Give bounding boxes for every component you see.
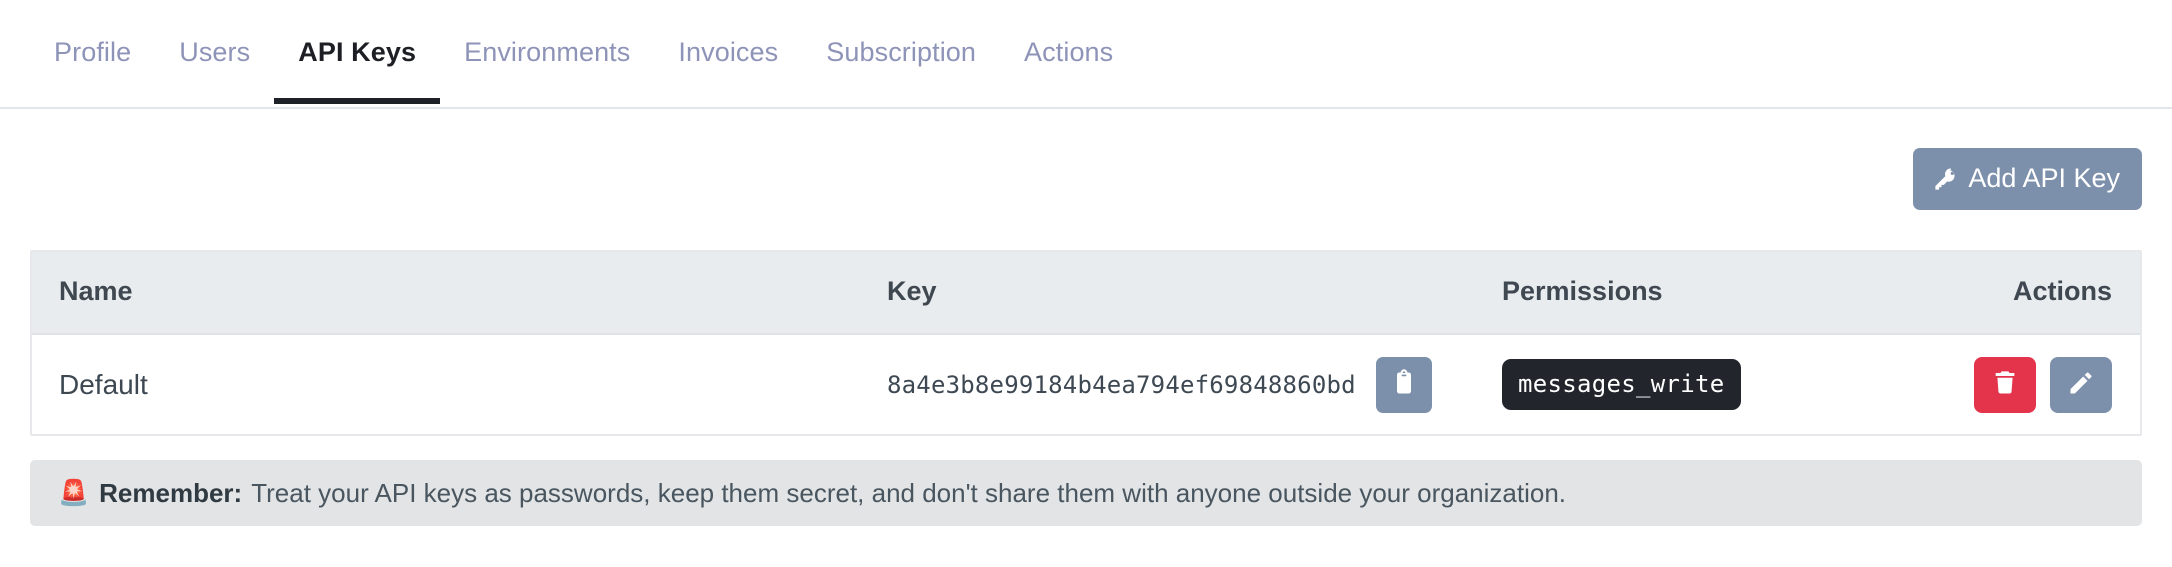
tab-invoices[interactable]: Invoices [654, 0, 802, 104]
column-header-name: Name [32, 252, 887, 335]
key-icon [1933, 166, 1959, 192]
column-header-permissions: Permissions [1502, 252, 1932, 335]
api-keys-table-container: Name Key Permissions Actions Default 8a4… [30, 250, 2142, 436]
tab-label: API Keys [298, 36, 417, 67]
tab-environments[interactable]: Environments [440, 0, 654, 104]
api-keys-table: Name Key Permissions Actions Default 8a4… [32, 252, 2140, 434]
tab-label: Environments [464, 36, 631, 67]
tab-label: Profile [54, 36, 132, 67]
table-header-row: Name Key Permissions Actions [32, 252, 2140, 335]
tab-label: Subscription [826, 36, 977, 67]
cell-name: Default [32, 334, 887, 434]
column-header-key: Key [887, 252, 1502, 335]
tab-subscription[interactable]: Subscription [802, 0, 1000, 104]
pencil-icon [2067, 369, 2095, 400]
api-keys-page: Profile Users API Keys Environments Invo… [0, 0, 2172, 567]
toolbar: Add API Key [30, 109, 2142, 248]
delete-api-key-button[interactable] [1974, 356, 2036, 413]
tab-profile[interactable]: Profile [30, 0, 155, 104]
api-key-value: 8a4e3b8e99184b4ea794ef69848860bd [887, 370, 1356, 399]
permission-badge: messages_write [1502, 359, 1741, 410]
row-actions [1932, 356, 2112, 413]
column-header-actions: Actions [1932, 252, 2140, 335]
table-header: Name Key Permissions Actions [32, 252, 2140, 335]
remember-alert: 🚨 Remember: Treat your API keys as passw… [30, 460, 2142, 526]
add-api-key-label: Add API Key [1968, 163, 2120, 193]
cell-key: 8a4e3b8e99184b4ea794ef69848860bd [887, 334, 1502, 434]
key-cell-inner: 8a4e3b8e99184b4ea794ef69848860bd [887, 356, 1502, 413]
clipboard-icon [1390, 369, 1418, 400]
tab-label: Invoices [678, 36, 779, 67]
edit-api-key-button[interactable] [2050, 356, 2112, 413]
copy-api-key-button[interactable] [1375, 356, 1432, 413]
tab-label: Actions [1024, 36, 1114, 67]
api-key-name: Default [59, 368, 148, 400]
siren-icon: 🚨 [58, 478, 90, 507]
tab-users[interactable]: Users [155, 0, 274, 104]
alert-strong-label: Remember: [99, 477, 243, 508]
add-api-key-button[interactable]: Add API Key [1913, 147, 2142, 210]
cell-permissions: messages_write [1502, 334, 1932, 434]
cell-actions [1932, 334, 2140, 434]
tab-label: Users [179, 36, 251, 67]
tab-actions[interactable]: Actions [1000, 0, 1137, 104]
table-row: Default 8a4e3b8e99184b4ea794ef69848860bd [32, 334, 2140, 434]
tab-api-keys[interactable]: API Keys [274, 0, 440, 104]
alert-message: Treat your API keys as passwords, keep t… [251, 477, 1567, 508]
trash-icon [1991, 369, 2019, 400]
settings-tab-bar: Profile Users API Keys Environments Invo… [0, 0, 2172, 109]
tab-list: Profile Users API Keys Environments Invo… [30, 0, 1137, 109]
table-body: Default 8a4e3b8e99184b4ea794ef69848860bd [32, 334, 2140, 434]
